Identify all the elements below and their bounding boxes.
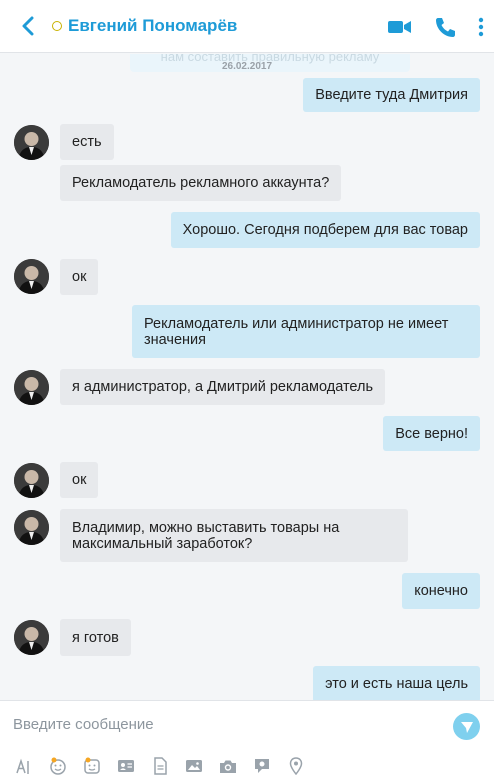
- location-icon[interactable]: [286, 757, 306, 775]
- contact-card-icon[interactable]: [116, 757, 136, 775]
- avatar[interactable]: [14, 620, 49, 655]
- media-message-icon[interactable]: [184, 757, 204, 775]
- message-bubble-incoming[interactable]: я администратор, а Дмитрий рекламодатель: [60, 369, 386, 405]
- message-bubble-incoming[interactable]: Рекламодатель рекламного аккаунта?: [60, 165, 342, 201]
- back-arrow-icon[interactable]: [8, 0, 48, 53]
- avatar[interactable]: [14, 510, 49, 545]
- emoji-icon[interactable]: [48, 757, 68, 775]
- message-bubble-incoming[interactable]: есть: [60, 124, 114, 160]
- video-message-icon[interactable]: [252, 757, 272, 775]
- file-icon[interactable]: [150, 757, 170, 775]
- send-icon[interactable]: [453, 713, 480, 740]
- more-icon[interactable]: [478, 17, 484, 37]
- avatar[interactable]: [14, 125, 49, 160]
- message-bubble-incoming[interactable]: я готов: [60, 619, 131, 656]
- composer: Введите сообщение: [0, 700, 494, 779]
- message-bubble-incoming[interactable]: ок: [60, 259, 99, 295]
- avatar[interactable]: [14, 370, 49, 405]
- message-bubble-outgoing[interactable]: конечно: [402, 573, 480, 609]
- message-bubble-outgoing[interactable]: Хорошо. Сегодня подберем для вас товар: [170, 212, 480, 248]
- message-bubble-outgoing[interactable]: это и есть наша цель: [313, 666, 480, 700]
- message-bubble-outgoing[interactable]: Введите туда Дмитрия: [303, 78, 480, 112]
- message-list[interactable]: нам составить правильную рекламу 26.02.2…: [0, 54, 494, 700]
- text-format-icon[interactable]: [14, 757, 34, 775]
- message-bubble-incoming[interactable]: Владимир, можно выставить товары на макс…: [60, 509, 408, 562]
- message-input[interactable]: Введите сообщение: [13, 716, 154, 733]
- message-bubble-outgoing[interactable]: Рекламодатель или администратор не имеет…: [132, 305, 480, 358]
- message-bubble-incoming[interactable]: ок: [60, 462, 99, 498]
- status-icon: [52, 21, 62, 31]
- avatar[interactable]: [14, 463, 49, 498]
- message-date: 26.02.2017: [221, 61, 273, 72]
- chat-header: Евгений Пономарёв: [0, 0, 494, 53]
- camera-icon[interactable]: [218, 757, 238, 775]
- message-bubble-outgoing[interactable]: Все верно!: [383, 416, 480, 451]
- video-call-icon[interactable]: [388, 19, 412, 35]
- phone-call-icon[interactable]: [434, 16, 456, 38]
- mojis-icon[interactable]: [82, 757, 102, 775]
- avatar[interactable]: [14, 259, 49, 294]
- composer-toolbar: [14, 757, 306, 775]
- contact-name[interactable]: Евгений Пономарёв: [68, 16, 237, 36]
